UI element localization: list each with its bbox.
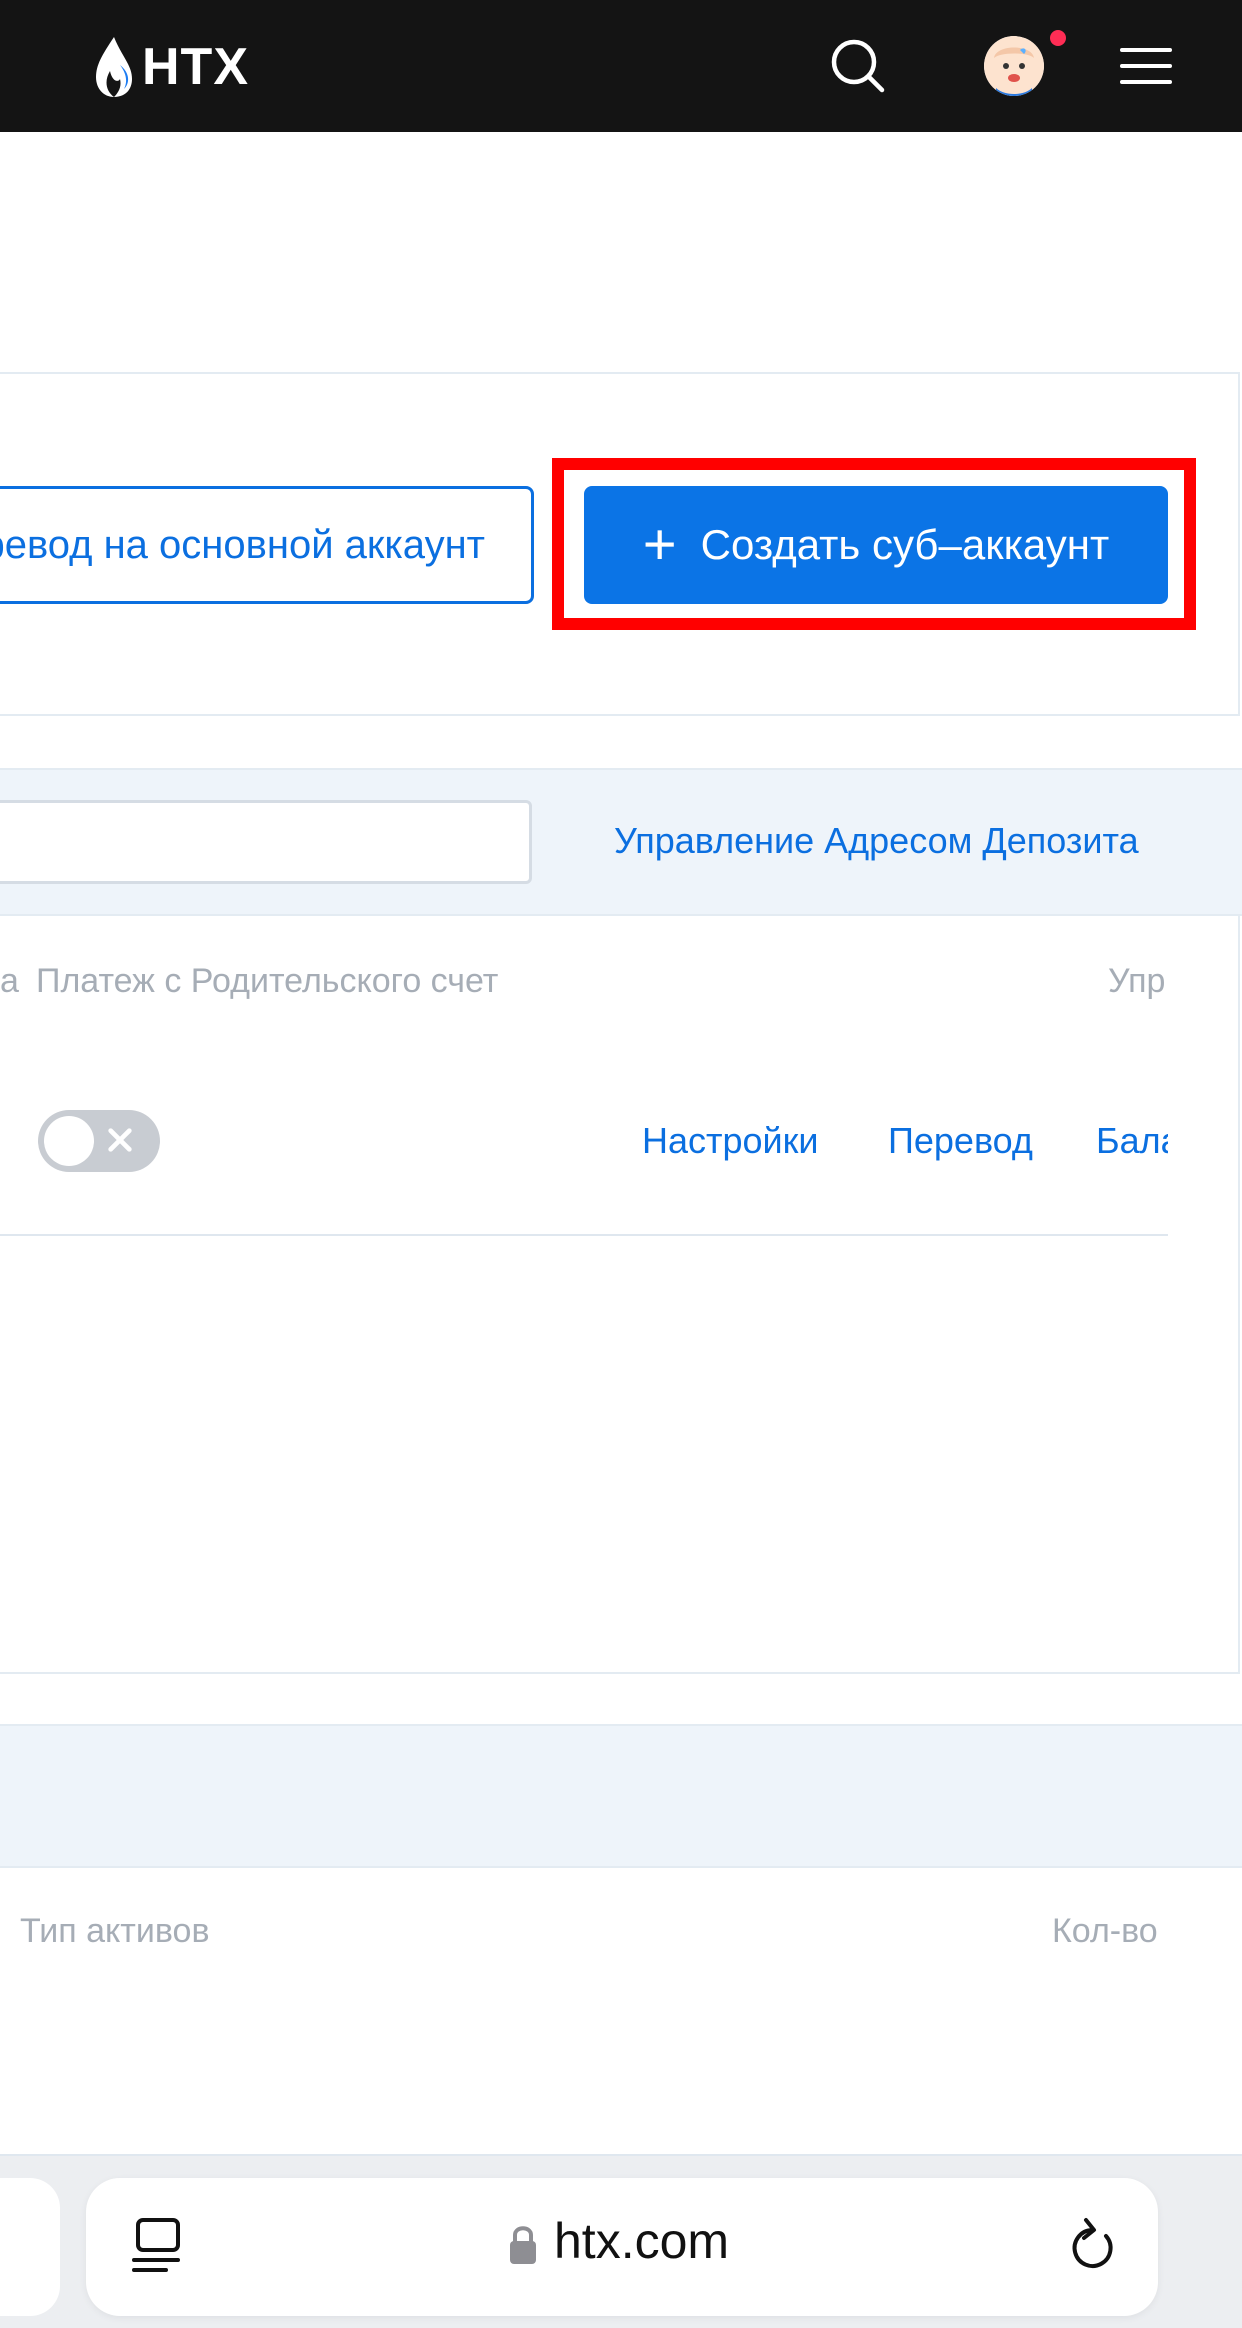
lock-icon — [510, 2226, 536, 2264]
search-icon[interactable] — [828, 36, 888, 96]
toggle-off-x-icon — [108, 1128, 132, 1152]
column-header-quantity: Кол-во — [1052, 1912, 1158, 1950]
transfer-to-main-label: Перевод на основной аккаунт — [0, 522, 485, 567]
balance-link[interactable]: Бала — [1096, 1120, 1168, 1162]
deposit-address-management-link[interactable]: Управление Адресом Депозита — [614, 820, 1139, 862]
transfer-link[interactable]: Перевод — [888, 1120, 1033, 1162]
column-header-parent-payment: Платеж с Родительского счет — [36, 962, 499, 1000]
assets-header-band — [0, 1724, 1242, 1868]
column-header-truncated: а — [0, 962, 19, 1000]
create-subaccount-button[interactable]: + Создать суб–аккаунт — [584, 486, 1168, 604]
transfer-to-main-account-button[interactable]: Перевод на основной аккаунт — [0, 486, 534, 604]
brand-name: HTX — [142, 38, 249, 96]
hamburger-menu-icon[interactable] — [1118, 44, 1174, 88]
notification-dot — [1050, 30, 1066, 46]
column-header-asset-type: Тип активов — [20, 1912, 210, 1950]
htx-logo[interactable]: HTX — [92, 32, 249, 102]
subaccounts-table — [0, 916, 1240, 1674]
settings-link[interactable]: Настройки — [642, 1120, 819, 1162]
flame-icon — [96, 37, 132, 97]
column-header-manage: Упр — [1108, 962, 1166, 1000]
reader-mode-icon[interactable] — [132, 2216, 188, 2276]
subaccount-search-input[interactable]: к — [0, 800, 532, 884]
user-avatar[interactable] — [984, 36, 1044, 96]
avatar-face-icon — [984, 36, 1044, 96]
reload-icon[interactable] — [1066, 2214, 1118, 2274]
row-divider — [0, 1234, 1168, 1236]
toggle-knob — [44, 1116, 94, 1166]
plus-icon: + — [642, 512, 677, 577]
create-subaccount-label: Создать суб–аккаунт — [700, 521, 1110, 568]
previous-tab-pill[interactable] — [0, 2178, 60, 2316]
url-text: htx.com — [554, 2213, 730, 2269]
